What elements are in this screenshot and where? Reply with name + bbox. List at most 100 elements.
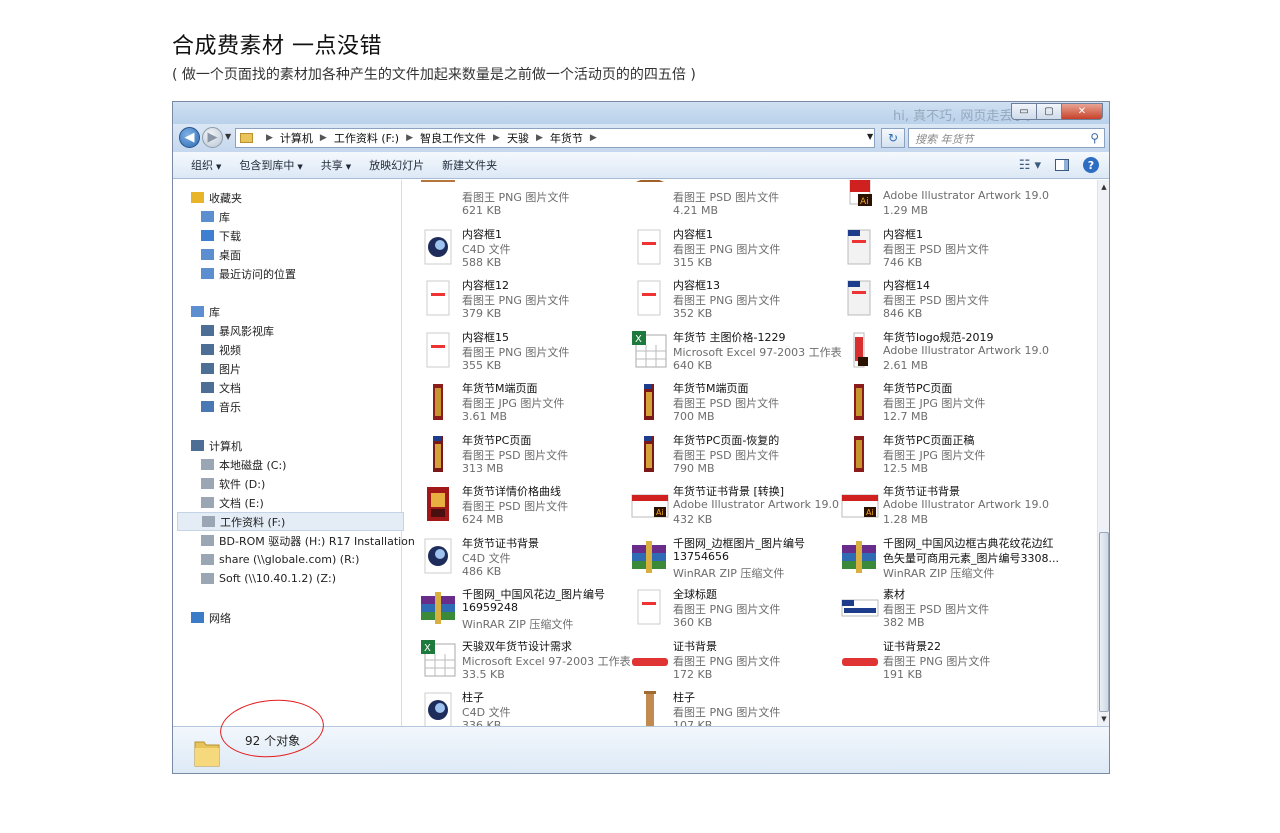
sidebar-item-fav-0[interactable]: 库 (201, 207, 230, 226)
help-icon[interactable]: ? (1083, 157, 1099, 173)
file-item[interactable]: 年货节证书背景 C4D 文件 486 KB (419, 535, 624, 583)
sidebar-section-computer[interactable]: 计算机 (191, 436, 242, 455)
file-item[interactable]: 年货节M端页面 看图王 JPG 图片文件 3.61 MB (419, 380, 624, 428)
address-dropdown[interactable]: ▼ (867, 132, 873, 141)
breadcrumb-folder-tianjun[interactable]: 天骏 (507, 130, 529, 146)
sidebar-section-libraries[interactable]: 库 (191, 302, 220, 321)
file-item[interactable]: 全球标题 看图王 PNG 图片文件 360 KB (630, 586, 835, 634)
sidebar-item-fav-2[interactable]: 桌面 (201, 245, 241, 264)
file-item[interactable]: 千图网_中国风边框古典花纹花边红 色矢量可商用元素_图片编号3308... WinR… (840, 535, 1059, 583)
sidebar-item-lib-2[interactable]: 图片 (201, 359, 241, 378)
file-type: Adobe Illustrator Artwork 19.0 (883, 498, 1049, 511)
file-item[interactable]: 内容框15 看图王 PNG 图片文件 355 KB (419, 329, 624, 377)
file-item[interactable]: 内容框1 看图王 PSD 图片文件 746 KB (840, 226, 1045, 274)
png-pillar-file-icon (644, 691, 656, 726)
sidebar-item-lib-4[interactable]: 音乐 (201, 397, 241, 416)
file-item[interactable]: 年货节详情价格曲线 看图王 PSD 图片文件 624 MB (419, 483, 624, 531)
breadcrumb-folder-current[interactable]: 年货节 (550, 130, 583, 146)
file-size: 846 KB (883, 307, 923, 320)
file-item[interactable]: Ai Adobe Illustrator Artwork 19.0 1.29 MB (840, 180, 1049, 222)
sidebar-item-lib-1[interactable]: 视频 (201, 340, 241, 359)
sidebar-item-drive-0[interactable]: 本地磁盘 (C:) (201, 455, 286, 474)
png-page-file-icon (637, 229, 661, 264)
file-type: Microsoft Excel 97-2003 工作表 (673, 345, 842, 359)
sidebar-item-drive-4[interactable]: BD-ROM 驱动器 (H:) R17 Installation (201, 531, 415, 550)
file-item[interactable]: Ai 年货节证书背景 [转换] Adobe Illustrator Artwork … (630, 483, 839, 531)
sidebar-section-network[interactable]: 网络 (191, 608, 231, 627)
file-item[interactable]: X 年货节 主图价格-1229 Microsoft Excel 97-2003 工作… (630, 329, 842, 377)
sidebar-item-drive-6[interactable]: Soft (\\10.40.1.2) (Z:) (201, 569, 336, 588)
file-type: 看图王 PNG 图片文件 (673, 242, 781, 256)
slideshow-button[interactable]: 放映幻灯片 (369, 157, 424, 173)
chevron-down-icon: ▼ (345, 163, 352, 171)
close-button[interactable]: ✕ (1061, 103, 1103, 120)
scroll-up-arrow-icon[interactable]: ▲ (1098, 180, 1109, 194)
file-item[interactable]: 柱子 看图王 PNG 图片文件 107 KB (630, 689, 835, 726)
file-item[interactable]: 年货节PC页面 看图王 PSD 图片文件 313 MB (419, 432, 624, 480)
command-bar: 组织 ▼ 包含到库中 ▼ 共享 ▼ 放映幻灯片 新建文件夹 ☷ ▾ ? (173, 152, 1109, 179)
organize-menu[interactable]: 组织 ▼ (191, 157, 221, 173)
sidebar-item-label: 图片 (219, 362, 241, 376)
file-type: Microsoft Excel 97-2003 工作表 (462, 654, 631, 668)
file-type: C4D 文件 (462, 551, 511, 565)
recent-pages-dropdown[interactable]: ▼ (225, 132, 231, 141)
file-item[interactable]: 内容框1 看图王 PNG 图片文件 315 KB (630, 226, 835, 274)
breadcrumb-drive[interactable]: 工作资料 (F:) (334, 130, 399, 146)
file-item[interactable]: 内容框12 看图王 PNG 图片文件 379 KB (419, 277, 624, 325)
file-item[interactable]: X 天骏双年货节设计需求 Microsoft Excel 97-2003 工作表 33… (419, 638, 631, 686)
file-item[interactable]: 内容框13 看图王 PNG 图片文件 352 KB (630, 277, 835, 325)
file-item[interactable]: 年货节logo规范-2019 Adobe Illustrator Artwork … (840, 329, 1049, 377)
include-in-library-menu[interactable]: 包含到库中 ▼ (239, 157, 302, 173)
sidebar-item-drive-2[interactable]: 文档 (E:) (201, 493, 264, 512)
sidebar-item-fav-3[interactable]: 最近访问的位置 (201, 264, 296, 283)
file-item[interactable]: 千图网_中国风花边_图片编号 16959248 WinRAR ZIP 压缩文件 (419, 586, 624, 634)
file-type: 看图王 PSD 图片文件 (462, 448, 569, 462)
sidebar-item-label: 收藏夹 (209, 191, 242, 205)
vertical-scrollbar[interactable]: ▲ ▼ (1097, 180, 1109, 726)
file-item[interactable]: 千图网_边框图片_图片编号 13754656 WinRAR ZIP 压缩文件 (630, 535, 835, 583)
sidebar-item-lib-3[interactable]: 文档 (201, 378, 241, 397)
file-item[interactable]: 年货节PC页面 看图王 JPG 图片文件 12.7 MB (840, 380, 1045, 428)
search-input[interactable]: 搜索 年货节 ⚲ (908, 128, 1105, 148)
share-menu[interactable]: 共享 ▼ (321, 157, 351, 173)
breadcrumb-computer[interactable]: 计算机 (280, 130, 313, 146)
file-type: WinRAR ZIP 压缩文件 (883, 566, 995, 580)
file-item[interactable]: Ai 年货节证书背景 Adobe Illustrator Artwork 19.0 1… (840, 483, 1049, 531)
view-options-icon[interactable]: ☷ ▾ (1019, 158, 1041, 173)
file-item[interactable]: 素材 看图王 PSD 图片文件 382 MB (840, 586, 1045, 634)
file-item[interactable]: 年货节M端页面 看图王 PSD 图片文件 700 MB (630, 380, 835, 428)
sidebar-item-drive-3[interactable]: 工作资料 (F:) (177, 512, 404, 531)
file-size: 379 KB (462, 307, 502, 320)
sidebar-section-favorites[interactable]: 收藏夹 (191, 188, 242, 207)
minimize-button[interactable]: ▭ (1011, 103, 1037, 120)
search-icon[interactable]: ⚲ (1090, 131, 1099, 145)
file-item[interactable]: 柱子 C4D 文件 336 KB (419, 689, 624, 726)
file-item[interactable]: 年货节PC页面-恢复的 看图王 PSD 图片文件 790 MB (630, 432, 835, 480)
refresh-button[interactable]: ↻ (881, 128, 905, 148)
file-item[interactable]: 看图王 PSD 图片文件 4.21 MB (630, 180, 835, 222)
file-name: 内容框1 (673, 227, 713, 241)
address-input[interactable]: ▶ 计算机 ▶ 工作资料 (F:) ▶ 智良工作文件 ▶ 天骏 ▶ 年货节 ▶ (235, 128, 875, 148)
scrollbar-thumb[interactable] (1099, 532, 1109, 712)
sidebar-item-fav-1[interactable]: 下载 (201, 226, 241, 245)
sidebar-item-drive-1[interactable]: 软件 (D:) (201, 474, 265, 493)
file-item[interactable]: 证书背景 看图王 PNG 图片文件 172 KB (630, 638, 835, 686)
maximize-button[interactable]: ▢ (1036, 103, 1062, 120)
forward-button[interactable]: ▶ (202, 127, 223, 148)
new-folder-button[interactable]: 新建文件夹 (442, 157, 497, 173)
file-size: 2.61 MB (883, 358, 929, 372)
sidebar-item-lib-0[interactable]: 暴风影视库 (201, 321, 274, 340)
file-item[interactable]: 看图王 PNG 图片文件 621 KB (419, 180, 624, 222)
file-item[interactable]: 内容框14 看图王 PSD 图片文件 846 KB (840, 277, 1045, 325)
file-item[interactable]: 内容框1 C4D 文件 588 KB (419, 226, 624, 274)
file-item[interactable]: 证书背景22 看图王 PNG 图片文件 191 KB (840, 638, 1045, 686)
scroll-down-arrow-icon[interactable]: ▼ (1098, 712, 1109, 726)
back-button[interactable]: ◀ (179, 127, 200, 148)
preview-pane-icon[interactable] (1055, 159, 1069, 171)
sidebar-icon (201, 401, 214, 412)
sidebar-item-drive-5[interactable]: share (\\globale.com) (R:) (201, 550, 359, 569)
breadcrumb-folder-work[interactable]: 智良工作文件 (420, 130, 486, 146)
file-item[interactable]: 年货节PC页面正稿 看图王 JPG 图片文件 12.5 MB (840, 432, 1045, 480)
svg-text:Ai: Ai (866, 508, 874, 517)
svg-text:Ai: Ai (860, 197, 869, 207)
